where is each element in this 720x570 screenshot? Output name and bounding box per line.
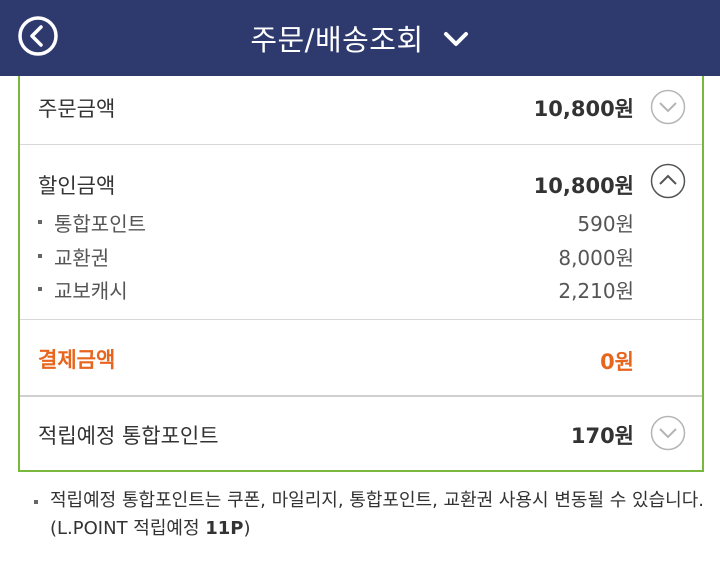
- order-amount-value: 10,800원: [533, 97, 634, 121]
- expected-points-label: 적립예정 통합포인트: [38, 424, 219, 448]
- bullet: [38, 254, 42, 258]
- discount-item: 통합포인트 590원: [38, 208, 634, 238]
- points-notice-text: 적립예정 통합포인트는 쿠폰, 마일리지, 통합포인트, 교환권 사용시 변동될…: [50, 487, 710, 543]
- payment-amount-label: 결제금액: [38, 348, 116, 372]
- discount-amount-label: 할인금액: [38, 174, 116, 198]
- bullet: [38, 287, 42, 291]
- expected-points-row: 적립예정 통합포인트 170원: [20, 397, 702, 470]
- discount-item-value: 590원: [577, 212, 634, 236]
- discount-item-value: 2,210원: [558, 279, 634, 303]
- discount-item-value: 8,000원: [558, 246, 634, 270]
- page-title-dropdown[interactable]: 주문/배송조회: [0, 0, 720, 76]
- payment-summary-panel: 주문금액 10,800원 할인금액 10,800원 통합포인트 590원 교환권: [18, 76, 704, 472]
- chevron-down-circle-icon: [650, 415, 686, 451]
- notice-text: 적립예정 통합포인트는 쿠폰, 마일리지, 통합포인트, 교환권 사용시 변동될…: [50, 490, 704, 539]
- bullet: [38, 220, 42, 224]
- chevron-up-circle-icon: [650, 163, 686, 199]
- discount-item: 교환권 8,000원: [38, 242, 634, 272]
- app-header: 주문/배송조회: [0, 0, 720, 76]
- chevron-down-circle-icon: [650, 89, 686, 125]
- page-title: 주문/배송조회: [250, 23, 424, 57]
- discount-item-label: 교환권: [54, 246, 110, 270]
- order-amount-toggle[interactable]: [650, 89, 686, 125]
- discount-item: 교보캐시 2,210원: [38, 275, 634, 305]
- discount-amount-row: 할인금액 10,800원 통합포인트 590원 교환권 8,000원 교보캐시 …: [20, 145, 702, 320]
- notice-close-paren: ): [243, 518, 251, 539]
- expected-points-value: 170원: [570, 424, 634, 448]
- notice-points: 11P: [205, 518, 244, 539]
- discount-amount-value: 10,800원: [533, 174, 634, 198]
- bullet: [34, 500, 38, 504]
- discount-amount-toggle[interactable]: [650, 163, 686, 199]
- expected-points-toggle[interactable]: [650, 415, 686, 451]
- order-amount-row: 주문금액 10,800원: [20, 76, 702, 145]
- payment-amount-row: 결제금액 0원: [20, 320, 702, 397]
- payment-amount-value: 0원: [600, 350, 634, 374]
- discount-item-label: 통합포인트: [54, 212, 146, 236]
- discount-item-label: 교보캐시: [54, 279, 128, 303]
- chevron-down-icon: [443, 32, 468, 46]
- order-amount-label: 주문금액: [38, 97, 116, 121]
